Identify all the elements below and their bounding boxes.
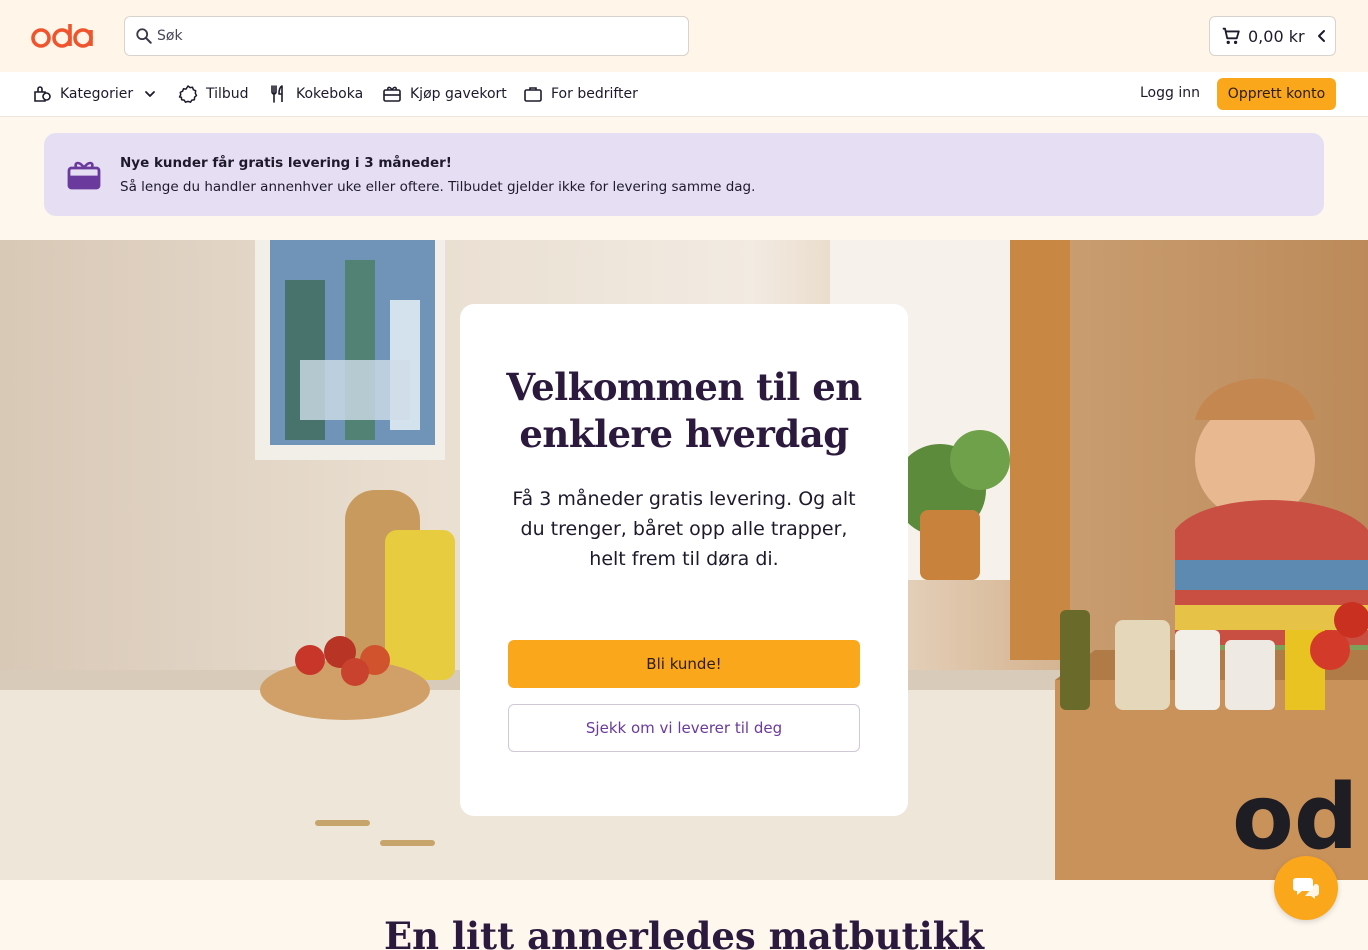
chat-icon bbox=[1293, 878, 1319, 899]
cart-amount: 0,00 kr bbox=[1248, 26, 1305, 46]
nav-item-cookbook[interactable]: Kokeboka bbox=[268, 72, 363, 116]
top-header: 0,00 kr bbox=[0, 0, 1368, 72]
nav-label-gift-card: Kjøp gavekort bbox=[410, 86, 507, 102]
briefcase-icon bbox=[524, 87, 542, 102]
hero-body: Få 3 måneder gratis levering. Og alt du … bbox=[512, 488, 856, 570]
nav-item-gift-card[interactable]: Kjøp gavekort bbox=[382, 72, 507, 116]
nav-item-offers[interactable]: Tilbud bbox=[178, 72, 249, 116]
promo-subtitle: Så lenge du handler annenhver uke eller … bbox=[120, 179, 756, 195]
chat-button[interactable] bbox=[1274, 856, 1338, 920]
svg-text:od: od bbox=[1232, 765, 1358, 870]
promo-banner: Nye kunder får gratis levering i 3 måned… bbox=[44, 133, 1324, 216]
search-icon bbox=[136, 28, 152, 44]
nav-label-business: For bedrifter bbox=[551, 86, 638, 102]
nav-label-offers: Tilbud bbox=[206, 86, 249, 102]
login-link[interactable]: Logg inn bbox=[1140, 85, 1200, 101]
create-account-button[interactable]: Opprett konto bbox=[1217, 78, 1336, 110]
nav-label-cookbook: Kokeboka bbox=[296, 86, 364, 102]
nav-item-categories[interactable]: Kategorier bbox=[32, 72, 157, 116]
nav-item-business[interactable]: For bedrifter bbox=[523, 72, 638, 116]
search-bar[interactable] bbox=[124, 16, 689, 56]
check-delivery-button[interactable]: Sjekk om vi leverer til deg bbox=[508, 704, 860, 752]
nav-bar: Kategorier Tilbud Kokeboka Kjøp gavekort… bbox=[0, 72, 1368, 117]
gift-icon bbox=[67, 161, 101, 190]
cart-icon bbox=[1222, 27, 1240, 45]
categories-icon bbox=[34, 86, 51, 102]
chevron-left-icon bbox=[1317, 30, 1325, 42]
become-customer-button[interactable]: Bli kunde! bbox=[508, 640, 860, 688]
fork-knife-icon bbox=[271, 85, 283, 103]
nav-label-categories: Kategorier bbox=[60, 86, 134, 102]
promo-title: Nye kunder får gratis levering i 3 måned… bbox=[120, 155, 452, 171]
oda-logo[interactable] bbox=[31, 20, 93, 52]
gift-card-icon bbox=[383, 86, 401, 102]
hero-card: Velkommen til en enklere hverdag Få 3 må… bbox=[460, 304, 908, 816]
hero-heading: Velkommen til en enklere hverdag bbox=[506, 365, 862, 456]
search-input[interactable] bbox=[157, 28, 657, 44]
section-heading: En litt annerledes matbutikk bbox=[383, 914, 985, 950]
chevron-down-icon bbox=[145, 91, 155, 97]
cart-button[interactable]: 0,00 kr bbox=[1209, 16, 1336, 56]
badge-icon bbox=[178, 85, 198, 103]
